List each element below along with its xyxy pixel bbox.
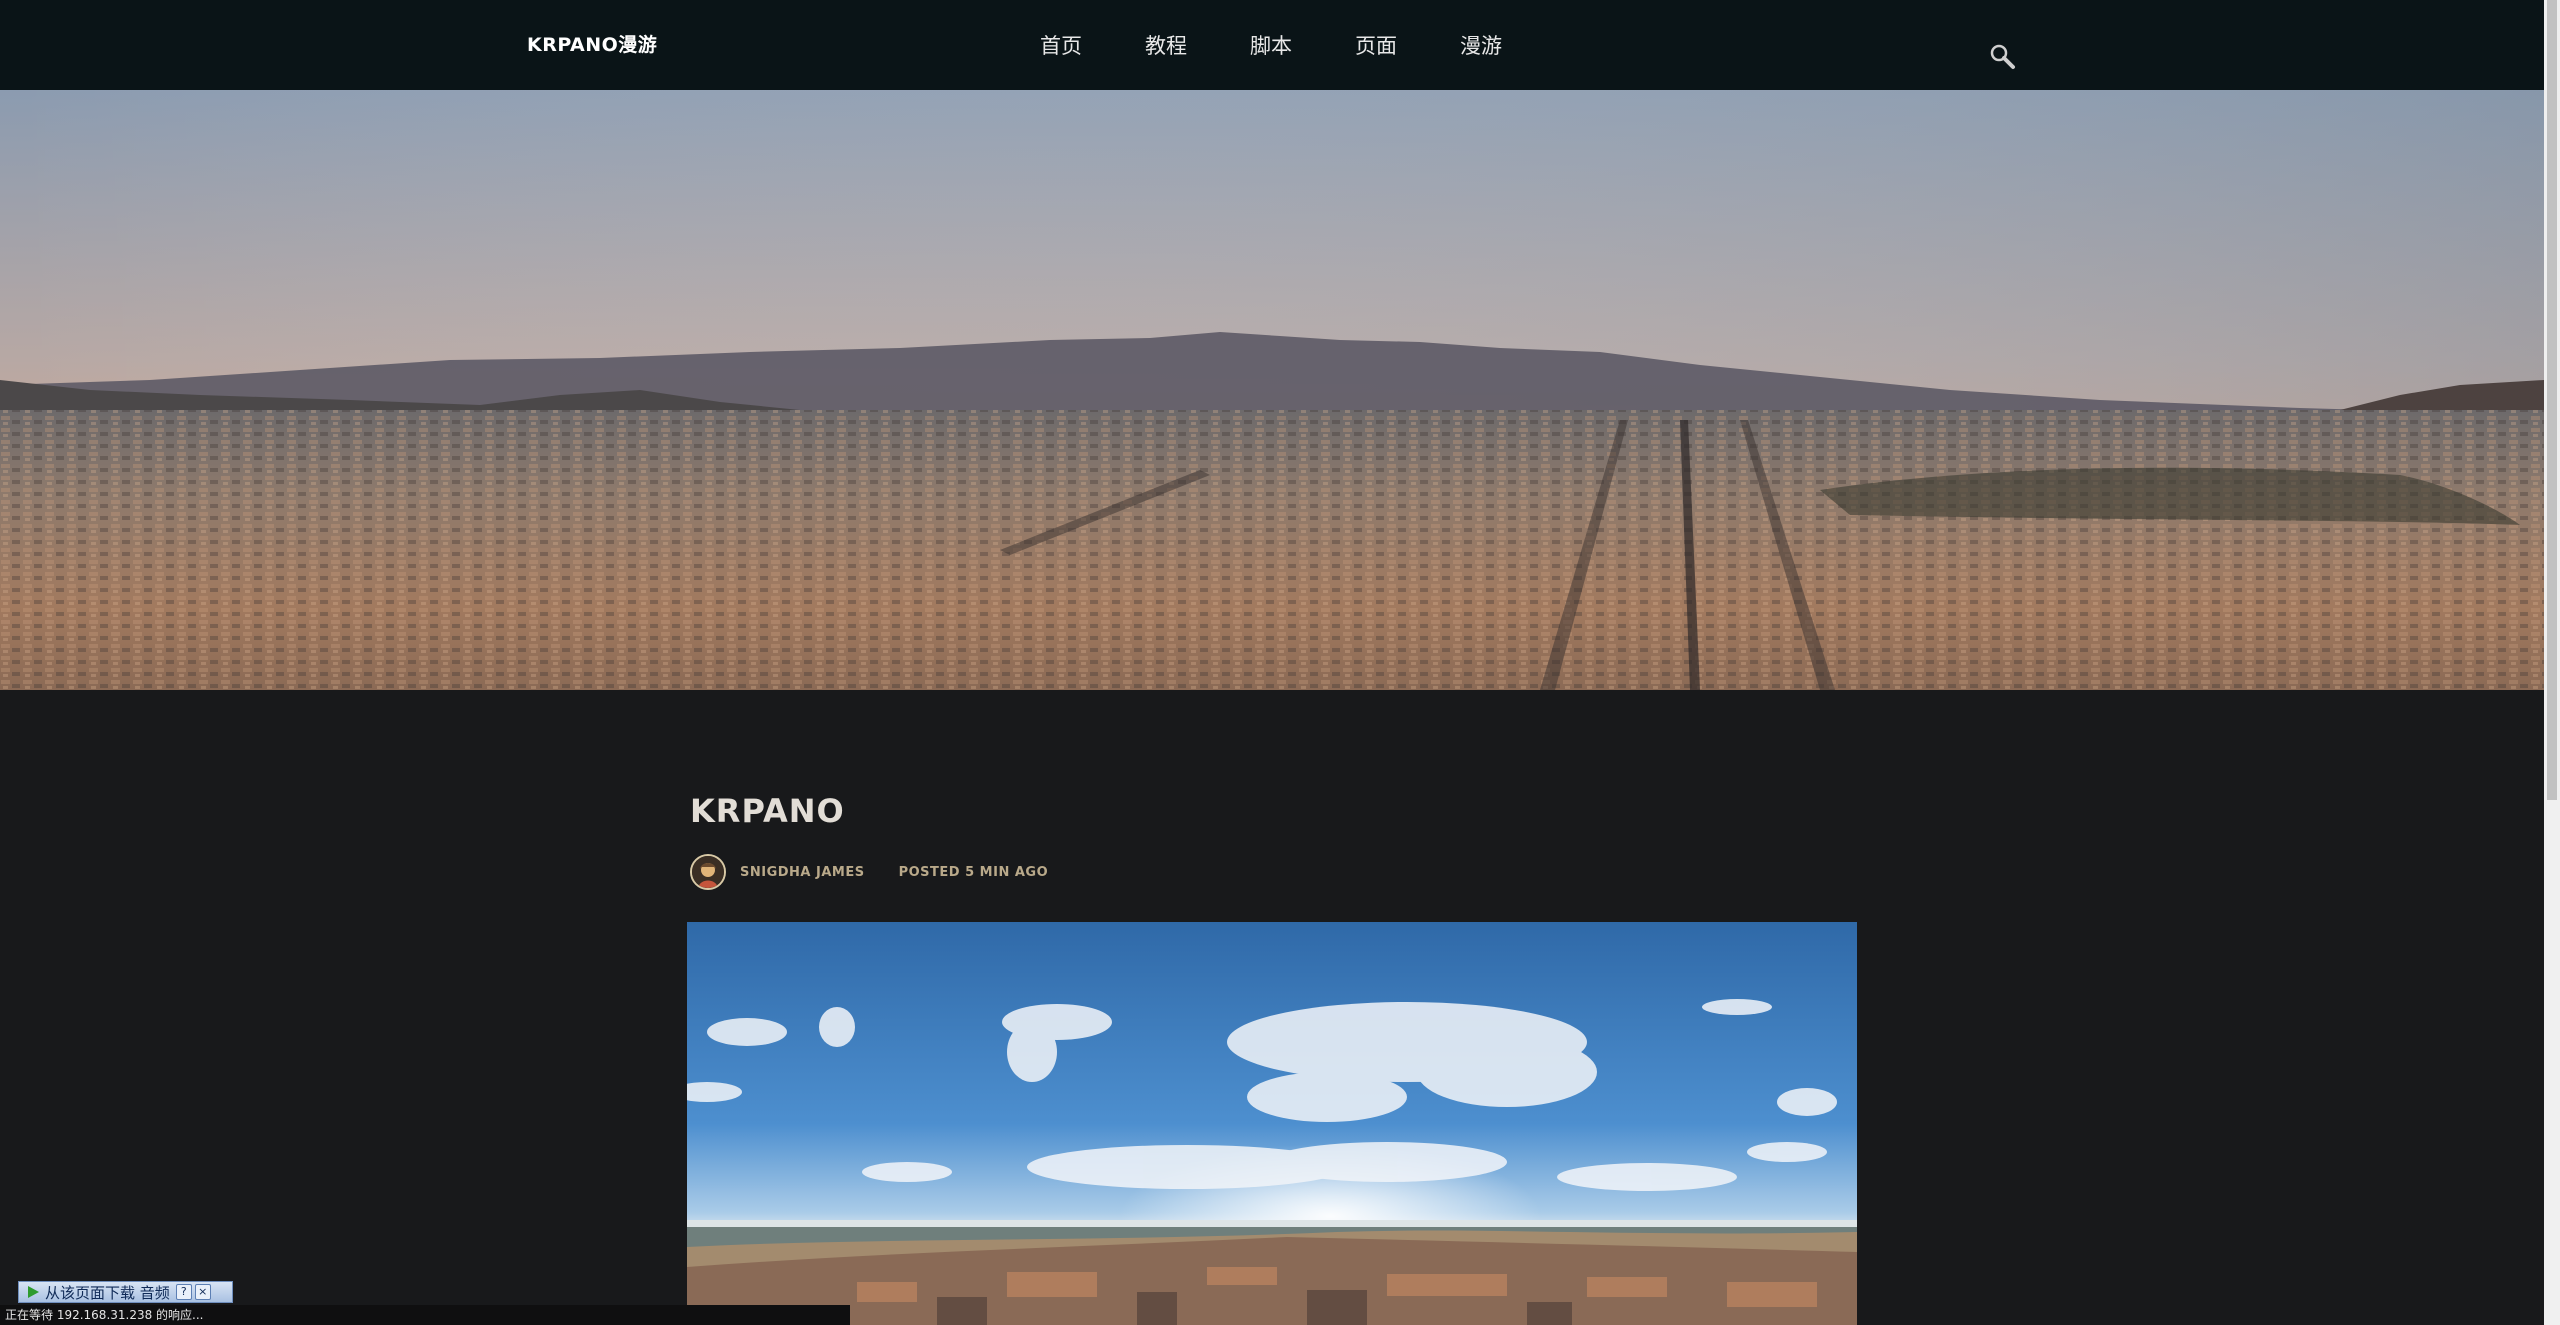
top-navigation-bar: KRPANO漫游 首页 教程 脚本 页面 漫游 <box>0 0 2544 90</box>
help-button[interactable]: ? <box>175 1284 192 1300</box>
search-icon[interactable] <box>1988 42 2018 72</box>
menu-item-pages[interactable]: 页面 <box>1355 30 1460 60</box>
main-menu: 首页 教程 脚本 页面 漫游 <box>1040 30 1565 60</box>
audio-download-bar: 从该页面下载 音频 ? × <box>18 1281 233 1303</box>
post-title[interactable]: KRPANO <box>690 792 845 830</box>
scrollbar-thumb[interactable] <box>2547 0 2557 800</box>
post-meta: SNIGDHA JAMES POSTED 5 MIN AGO <box>690 852 1048 892</box>
menu-item-scripts[interactable]: 脚本 <box>1250 30 1355 60</box>
menu-item-tutorials[interactable]: 教程 <box>1145 30 1250 60</box>
close-button[interactable]: × <box>194 1284 211 1300</box>
hero-banner-image <box>0 90 2544 690</box>
menu-item-tours[interactable]: 漫游 <box>1460 30 1565 60</box>
author-name[interactable]: SNIGDHA JAMES <box>740 865 865 880</box>
post-timestamp: POSTED 5 MIN AGO <box>898 864 1049 880</box>
site-logo[interactable]: KRPANO漫游 <box>527 30 657 57</box>
browser-status-bar: 正在等待 192.168.31.238 的响应... <box>0 1305 850 1325</box>
post-panorama-image[interactable] <box>687 922 1857 1325</box>
author-avatar[interactable] <box>690 854 726 890</box>
menu-item-home[interactable]: 首页 <box>1040 30 1145 60</box>
page-scrollbar[interactable] <box>2544 0 2560 1325</box>
play-icon[interactable] <box>25 1284 41 1300</box>
download-audio-link[interactable]: 从该页面下载 音频 <box>45 1282 170 1303</box>
